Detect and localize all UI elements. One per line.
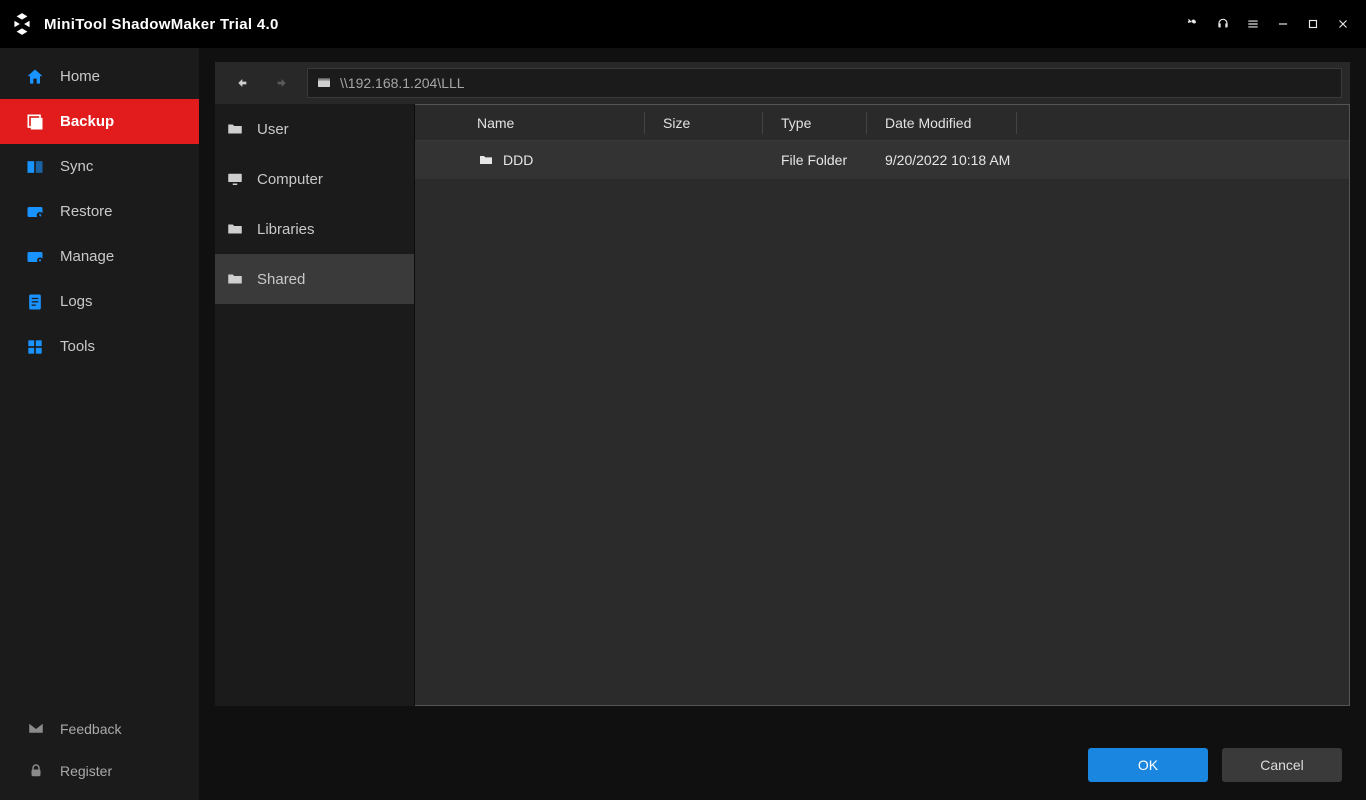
pathbar: \\192.168.1.204\LLL	[215, 62, 1350, 104]
cancel-button[interactable]: Cancel	[1222, 748, 1342, 782]
sidebar-item-home[interactable]: Home	[0, 54, 199, 99]
column-name[interactable]: Name	[459, 112, 645, 134]
location-label: User	[257, 121, 289, 138]
sidebar-item-label: Feedback	[60, 721, 121, 737]
location-pane: User Computer Libraries Shared	[215, 104, 415, 706]
column-header: Name Size Type Date Modified	[415, 105, 1349, 141]
column-size[interactable]: Size	[645, 112, 763, 134]
sidebar-item-label: Sync	[60, 158, 93, 175]
sidebar-item-label: Tools	[60, 338, 95, 355]
restore-icon	[24, 201, 46, 223]
nav-back-button[interactable]	[223, 62, 259, 104]
path-input[interactable]: \\192.168.1.204\LLL	[307, 68, 1342, 98]
folder-user-icon	[225, 119, 245, 139]
computer-icon	[225, 169, 245, 189]
logs-icon	[24, 291, 46, 313]
location-label: Computer	[257, 171, 323, 188]
sync-icon	[24, 156, 46, 178]
backup-icon	[24, 111, 46, 133]
manage-icon	[24, 246, 46, 268]
headphones-icon[interactable]	[1208, 0, 1238, 48]
lock-icon	[26, 761, 46, 781]
location-shared[interactable]: Shared	[215, 254, 414, 304]
button-bar: OK Cancel	[1088, 748, 1342, 782]
sidebar: Home Backup Sync Restore Manage Logs	[0, 48, 199, 800]
location-computer[interactable]: Computer	[215, 154, 414, 204]
browse-panel: \\192.168.1.204\LLL User Computer	[215, 62, 1350, 706]
sidebar-item-label: Home	[60, 68, 100, 85]
home-icon	[24, 66, 46, 88]
sidebar-item-sync[interactable]: Sync	[0, 144, 199, 189]
minimize-button[interactable]	[1268, 0, 1298, 48]
file-row[interactable]: DDD File Folder 9/20/2022 10:18 AM	[415, 141, 1349, 179]
sidebar-item-label: Restore	[60, 203, 113, 220]
file-list-pane: Name Size Type Date Modified DDD	[415, 104, 1350, 706]
sidebar-item-label: Backup	[60, 113, 114, 130]
file-rows: DDD File Folder 9/20/2022 10:18 AM	[415, 141, 1349, 705]
file-date: 9/20/2022 10:18 AM	[867, 152, 1037, 168]
sidebar-item-restore[interactable]: Restore	[0, 189, 199, 234]
column-type[interactable]: Type	[763, 112, 867, 134]
sidebar-item-logs[interactable]: Logs	[0, 279, 199, 324]
feedback-icon	[26, 719, 46, 739]
shared-icon	[225, 269, 245, 289]
maximize-button[interactable]	[1298, 0, 1328, 48]
path-text: \\192.168.1.204\LLL	[340, 75, 465, 91]
ok-button[interactable]: OK	[1088, 748, 1208, 782]
folder-icon	[477, 152, 495, 168]
file-type: File Folder	[763, 152, 867, 168]
nav-forward-button[interactable]	[265, 62, 301, 104]
sidebar-item-backup[interactable]: Backup	[0, 99, 199, 144]
app-title: MiniTool ShadowMaker Trial 4.0	[44, 16, 279, 33]
content-area: \\192.168.1.204\LLL User Computer	[199, 48, 1366, 800]
column-date[interactable]: Date Modified	[867, 112, 1017, 134]
menu-icon[interactable]	[1238, 0, 1268, 48]
file-name: DDD	[503, 152, 533, 168]
app-logo-icon	[8, 10, 36, 38]
sidebar-item-label: Logs	[60, 293, 93, 310]
titlebar: MiniTool ShadowMaker Trial 4.0	[0, 0, 1366, 48]
tools-icon	[24, 336, 46, 358]
sidebar-register[interactable]: Register	[0, 750, 199, 792]
drive-icon	[316, 75, 332, 91]
location-label: Libraries	[257, 221, 315, 238]
close-button[interactable]	[1328, 0, 1358, 48]
sidebar-item-label: Manage	[60, 248, 114, 265]
sidebar-item-manage[interactable]: Manage	[0, 234, 199, 279]
sidebar-item-tools[interactable]: Tools	[0, 324, 199, 369]
location-libraries[interactable]: Libraries	[215, 204, 414, 254]
sidebar-feedback[interactable]: Feedback	[0, 708, 199, 750]
location-label: Shared	[257, 271, 305, 288]
key-icon[interactable]	[1178, 0, 1208, 48]
libraries-icon	[225, 219, 245, 239]
location-user[interactable]: User	[215, 104, 414, 154]
sidebar-item-label: Register	[60, 763, 112, 779]
